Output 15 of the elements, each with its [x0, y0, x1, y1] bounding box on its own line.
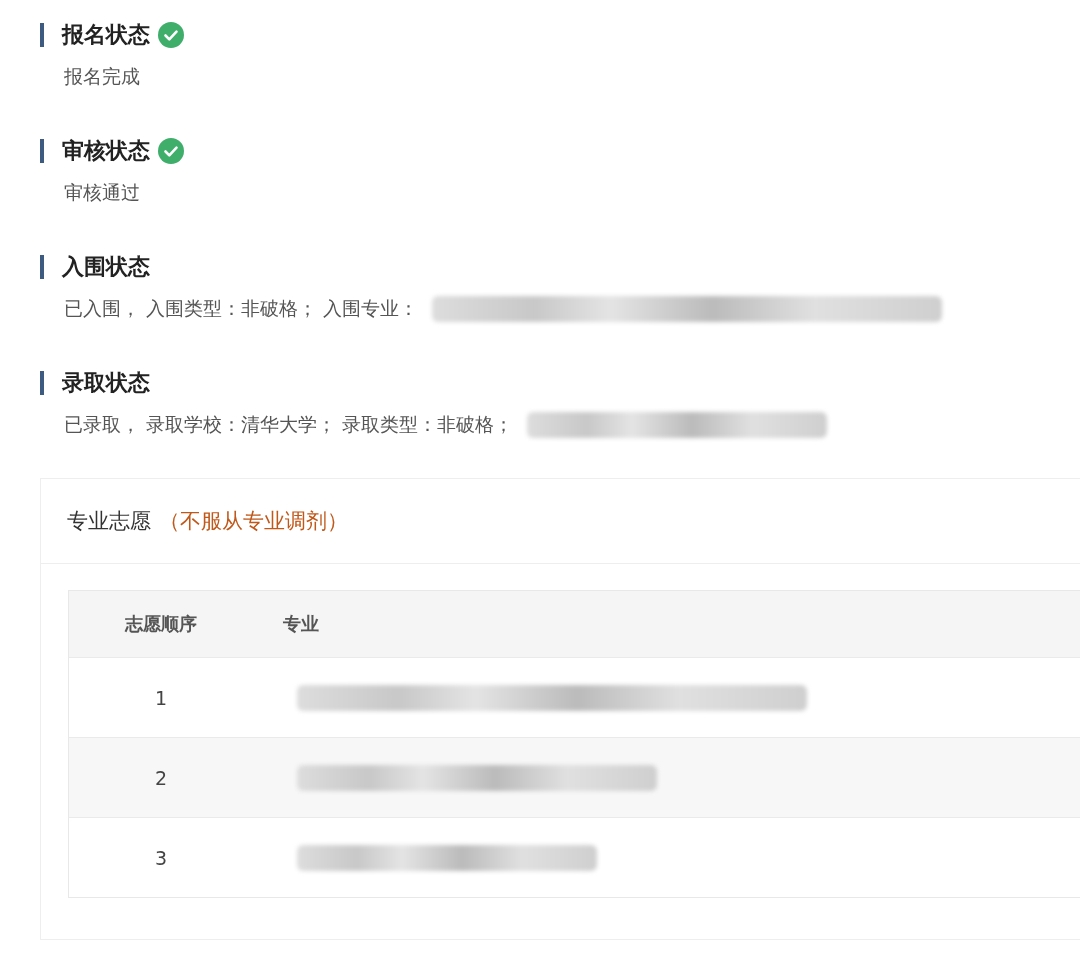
section-title: 审核状态 [40, 139, 150, 163]
table-cell-text: 1 [153, 686, 169, 709]
status-detail: 报名完成 [64, 64, 140, 89]
table-cell-text: 2 [153, 766, 169, 789]
section-title: 报名状态 [40, 23, 150, 47]
section-title: 入围状态 [40, 255, 150, 279]
status-detail: 审核通过 [64, 180, 140, 205]
status-detail: 已录取， 录取学校：清华大学； 录取类型：非破格； [64, 412, 514, 437]
column-header: 志愿顺序 [124, 612, 198, 636]
card-title: 专业志愿 [67, 508, 151, 535]
section-title: 录取状态 [40, 371, 150, 395]
status-detail: 已入围， 入围类型：非破格； 入围专业： [64, 296, 419, 321]
card-note: （不服从专业调剂） [159, 508, 348, 535]
column-header: 专业 [282, 612, 319, 636]
table-cell-text: 3 [153, 846, 169, 869]
